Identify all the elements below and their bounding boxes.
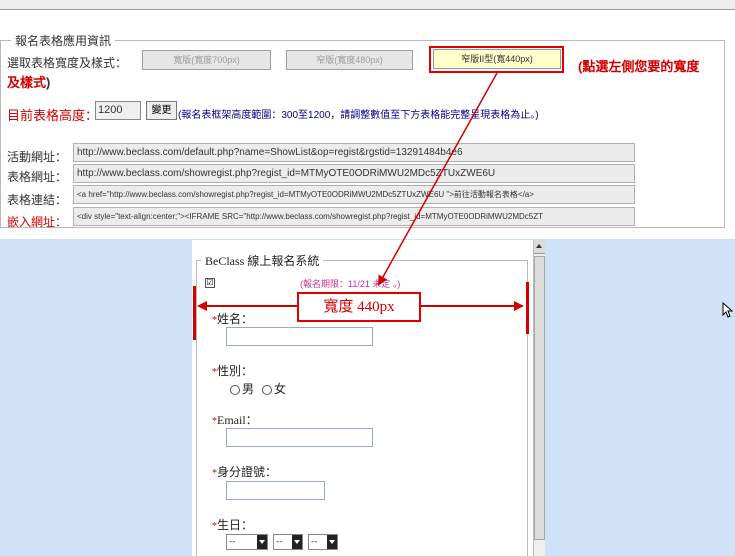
form-url-field[interactable]: http://www.beclass.com/showregist.php?re… — [73, 164, 635, 183]
name-label: *姓名： — [212, 310, 253, 327]
gender-label: *性別： — [212, 362, 253, 379]
dropdown-arrow-icon — [257, 535, 267, 549]
gender-male-label: 男 — [242, 382, 255, 396]
form-scrollbar[interactable] — [533, 240, 545, 556]
name-input[interactable] — [226, 327, 373, 346]
scroll-thumb[interactable] — [534, 256, 545, 540]
gender-label-text: 性別： — [217, 364, 254, 378]
embed-url-label: 嵌入網址： — [7, 215, 68, 229]
name-label-text: 姓名： — [217, 312, 254, 326]
birthday-day-select[interactable]: -- — [308, 534, 338, 550]
birthday-month-select[interactable]: -- — [273, 534, 303, 550]
birthday-label-text: 生日： — [217, 518, 254, 532]
width-instruction-2: 及樣式 — [7, 75, 47, 90]
right-width-marker — [526, 282, 529, 334]
height-label: 目前表格高度： — [7, 105, 98, 124]
form-url-label: 表格網址： — [7, 170, 68, 184]
birthday-year-value: -- — [229, 537, 236, 547]
height-hint: (報名表框架高度範圍：300至1200，請調整數值至下方表格能完整呈現表格為止。… — [178, 110, 539, 121]
dropdown-arrow-icon — [292, 535, 302, 549]
email-label: *Email： — [212, 411, 258, 428]
narrow-ii-version-button[interactable]: 窄版II型(寬440px) — [433, 49, 561, 69]
dropdown-arrow-icon — [327, 535, 337, 549]
mouse-cursor-icon — [722, 302, 734, 318]
gender-options: 男 女 — [230, 380, 286, 397]
embed-url-field[interactable]: <div style="text-align:center;"><IFRAME … — [73, 207, 635, 226]
width-instruction-1: (點選左側您要的寬度 — [578, 59, 700, 74]
wide-version-button[interactable]: 寬版(寬度700px) — [142, 50, 271, 70]
scroll-up-button[interactable] — [534, 240, 545, 254]
event-url-label: 活動網址： — [7, 150, 68, 164]
notice-checkbox[interactable]: ☑ — [205, 278, 215, 288]
form-link-label: 表格連結： — [7, 193, 68, 207]
registration-notice: (報名期限：11/21 未定 。) — [300, 279, 401, 289]
width-440-label: 寬度 440px — [297, 292, 421, 322]
id-number-label-text: 身分證號： — [217, 465, 278, 479]
birthday-label: *生日： — [212, 516, 253, 533]
width-style-label: 選取表格寬度及樣式： — [7, 56, 128, 70]
form-legend: BeClass 線上報名系統 — [205, 254, 320, 268]
birthday-month-value: -- — [276, 537, 283, 547]
narrow-version-button[interactable]: 窄版(寬度480px) — [286, 50, 413, 70]
change-height-button[interactable]: 變更 — [146, 101, 177, 120]
gender-female-label: 女 — [274, 382, 287, 396]
height-input[interactable]: 1200 — [95, 101, 141, 120]
top-bar — [0, 0, 735, 10]
width-instruction-3: ) — [46, 75, 51, 90]
width-instruction-line2: 及樣式) — [7, 72, 50, 91]
form-link-field[interactable]: <a href="http://www.beclass.com/showregi… — [73, 185, 635, 204]
email-input[interactable] — [226, 428, 373, 447]
height-label-text: 目前表格高度 — [7, 108, 86, 123]
email-label-text: Email： — [217, 413, 258, 427]
id-number-label: *身分證號： — [212, 463, 277, 480]
gender-female-radio[interactable] — [262, 385, 273, 396]
birthday-day-value: -- — [311, 537, 318, 547]
left-width-marker — [193, 286, 196, 340]
id-number-input[interactable] — [226, 481, 325, 500]
event-url-field[interactable]: http://www.beclass.com/default.php?name=… — [73, 143, 635, 162]
gender-male-radio[interactable] — [230, 385, 240, 396]
config-legend: 報名表格應用資訊 — [15, 34, 112, 48]
scroll-up-arrow-icon — [536, 244, 542, 248]
birthday-year-select[interactable]: -- — [226, 534, 268, 550]
